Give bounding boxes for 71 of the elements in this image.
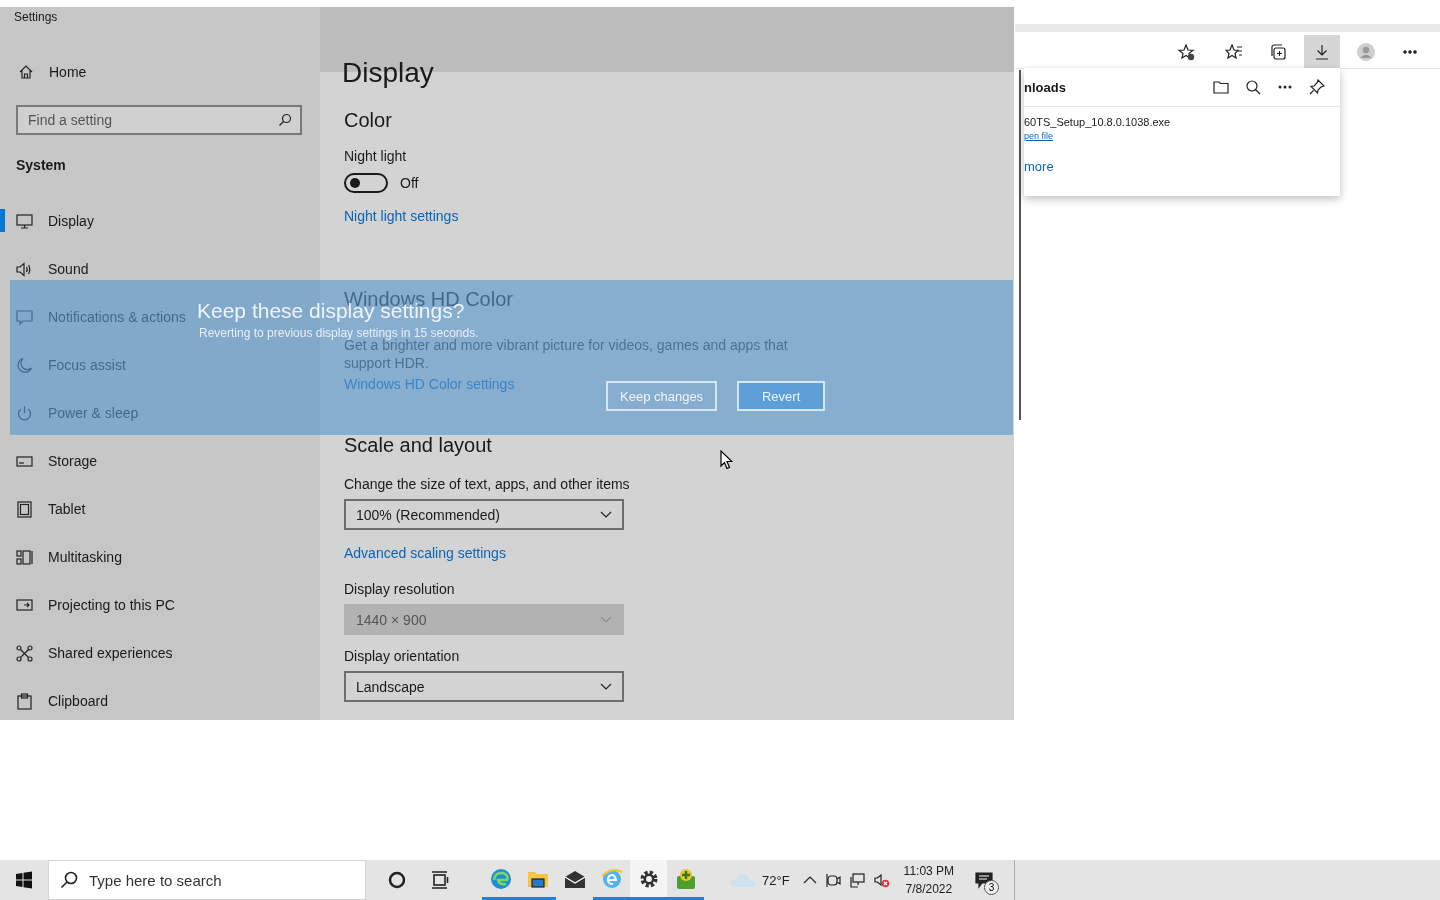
section-heading: System: [16, 157, 67, 173]
sidebar-item[interactable]: Display: [16, 210, 94, 232]
field-label: Display orientation: [344, 648, 460, 664]
sidebar-item[interactable]: Projecting to this PC: [16, 594, 175, 616]
field-label: Change the size of text, apps, and other items: [344, 476, 630, 492]
collections-icon: [1269, 42, 1287, 61]
network-icon: [16, 644, 33, 662]
sidebar-item[interactable]: Clipboard: [16, 690, 108, 712]
toggle-switch[interactable]: [344, 173, 388, 193]
pointer-icon: [720, 450, 733, 470]
globe-e-icon: [599, 866, 624, 891]
favorites-icon: [1225, 42, 1243, 61]
chevron-down-icon: [600, 682, 612, 691]
home-nav-item[interactable]: Home: [18, 64, 320, 80]
taskbar-search-field[interactable]: Type here to search: [48, 860, 366, 900]
clock[interactable]: 11:03 PM 7/8/2022: [893, 862, 965, 898]
file-name: 60TS_Setup_10.8.0.1038.exe: [1024, 116, 1172, 128]
camera-icon: [825, 872, 842, 888]
taskbar-app[interactable]: [630, 860, 667, 900]
page-title: Display: [342, 57, 434, 89]
multitasking-icon: [16, 548, 33, 566]
more-icon: [1403, 49, 1417, 54]
notification-count: 3: [984, 880, 1000, 895]
search-icon: [1245, 79, 1261, 95]
clipboard-icon: [16, 692, 33, 710]
chevron-down-icon: [600, 615, 612, 624]
dropdown: 1440 × 900: [344, 604, 624, 635]
speaker-muted-icon: [873, 872, 890, 888]
setting-label: Night light: [344, 148, 407, 164]
search-icon: [278, 113, 292, 127]
chevron-down-icon: [600, 510, 612, 519]
speech-bubble-icon: [16, 308, 33, 326]
toggle-state: Off: [400, 175, 419, 191]
task-view-icon: [430, 871, 449, 889]
search-field[interactable]: Find a setting: [16, 105, 302, 135]
sidebar-item[interactable]: Sound: [16, 258, 89, 280]
power-icon: [16, 404, 33, 422]
network-icon: [849, 872, 866, 888]
window-title: Settings: [14, 10, 58, 24]
search-icon: [60, 871, 78, 889]
dropdown[interactable]: Landscape: [344, 671, 624, 702]
field-label: Display resolution: [344, 581, 455, 597]
section-heading: Color: [344, 109, 392, 132]
folder-icon: [1213, 79, 1229, 95]
link[interactable]: Advanced scaling settings: [344, 545, 506, 561]
temperature[interactable]: 72°F: [758, 872, 798, 888]
link[interactable]: Night light settings: [344, 208, 459, 224]
windows-logo-icon: [15, 871, 33, 889]
pin-icon: [1309, 79, 1325, 95]
speaker-icon: [16, 260, 33, 278]
monitor-icon: [16, 212, 33, 230]
sidebar-item[interactable]: Storage: [16, 450, 98, 472]
panel-title: nloads: [1024, 79, 1067, 95]
browser-icon: [488, 866, 513, 891]
sidebar-item[interactable]: Shared experiences: [16, 642, 173, 664]
open-file-link[interactable]: pen file: [1024, 131, 1054, 141]
tablet-icon: [16, 500, 33, 518]
download-icon: [1313, 42, 1331, 61]
dropdown[interactable]: 100% (Recommended): [344, 499, 624, 530]
dialog-message: Reverting to previous display settings in 15 seconds.: [199, 326, 479, 340]
avatar-icon: [1357, 42, 1375, 61]
moon-icon: [16, 356, 33, 374]
see-more-link[interactable]: more: [1024, 159, 1054, 174]
sidebar-item[interactable]: Tablet: [16, 498, 86, 520]
star-plus-icon: [1177, 42, 1195, 61]
home-icon: [18, 64, 34, 80]
sidebar-item[interactable]: Multitasking: [16, 546, 122, 568]
section-heading: Scale and layout: [344, 434, 492, 457]
projector-icon: [16, 596, 33, 614]
notifications-button[interactable]: 3: [964, 860, 1005, 900]
circle-icon: [387, 871, 406, 889]
